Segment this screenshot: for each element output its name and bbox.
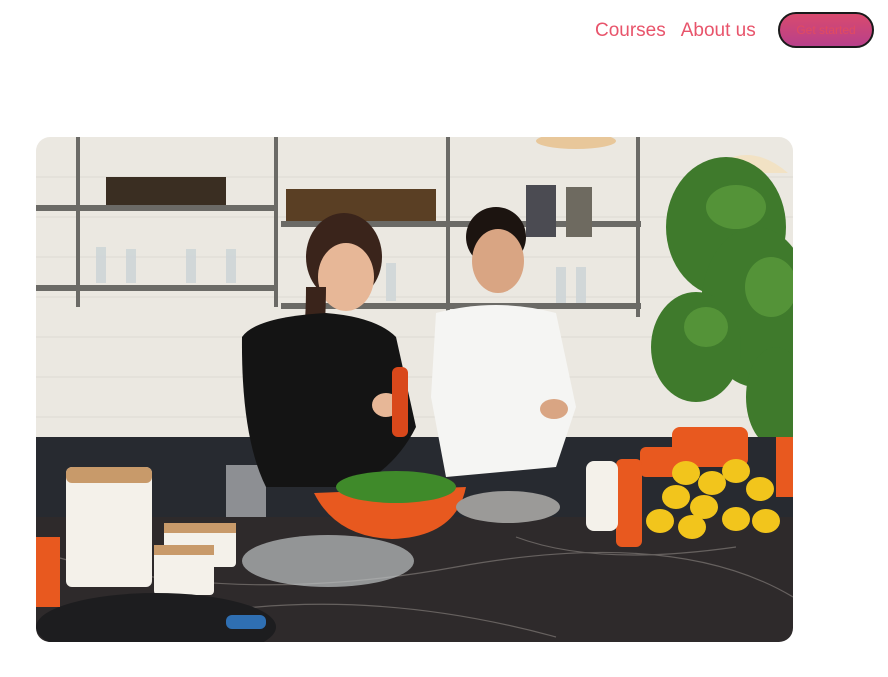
nav-links: Courses About us: [595, 19, 756, 43]
top-navigation: Courses About us Get started: [0, 0, 888, 64]
nav-link-about-us[interactable]: About us: [681, 19, 756, 43]
hero-image: [36, 137, 793, 642]
kitchen-photo: [36, 137, 793, 642]
nav-link-courses[interactable]: Courses: [595, 19, 666, 43]
get-started-button[interactable]: Get started: [778, 12, 874, 48]
